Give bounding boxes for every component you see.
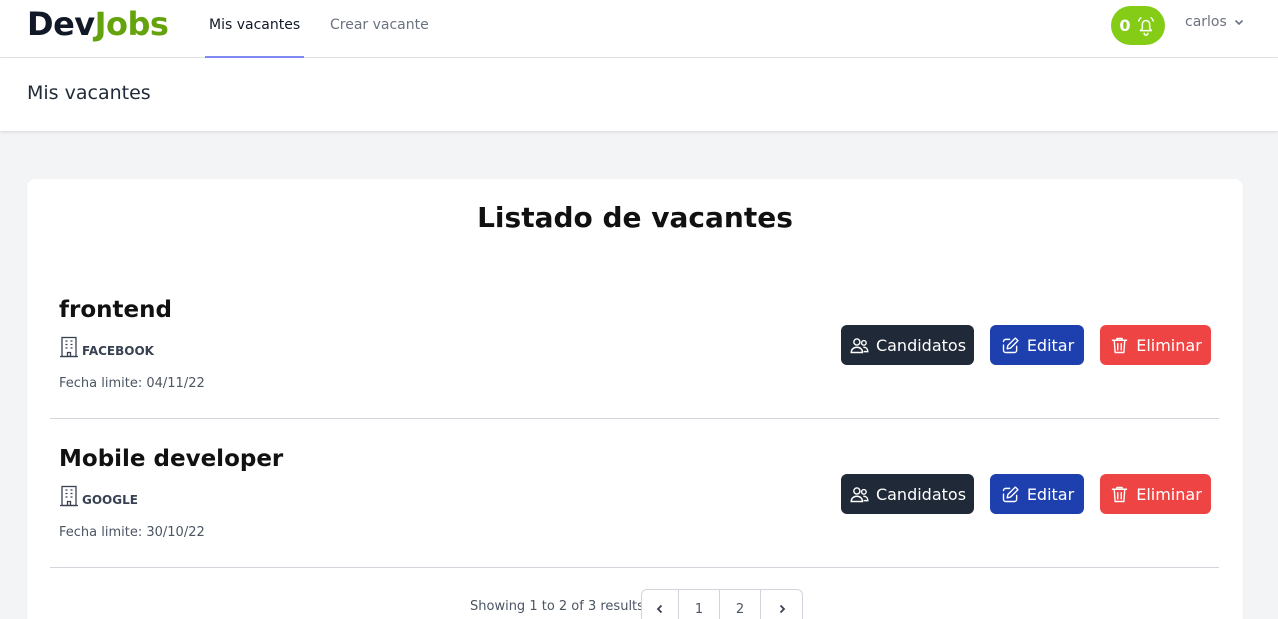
users-icon xyxy=(850,486,869,502)
delete-button[interactable]: Eliminar xyxy=(1100,474,1211,514)
logo-jobs: Jobs xyxy=(94,5,169,43)
chevron-right-icon xyxy=(779,604,785,614)
candidates-button[interactable]: Candidatos xyxy=(841,325,974,365)
chevron-down-icon xyxy=(1234,19,1243,26)
edit-label: Editar xyxy=(1026,335,1075,355)
edit-label: Editar xyxy=(1026,484,1075,504)
edit-button[interactable]: Editar xyxy=(990,474,1084,514)
delete-button[interactable]: Eliminar xyxy=(1100,325,1211,365)
delete-label: Eliminar xyxy=(1136,484,1202,504)
vacancy-company-name: GOOGLE xyxy=(82,493,138,507)
pagination-page-1[interactable]: 1 xyxy=(679,590,720,619)
logo[interactable]: DevJobs xyxy=(27,4,169,44)
building-icon xyxy=(60,485,78,507)
page-title: Mis vacantes xyxy=(27,82,151,104)
vacancy-company: GOOGLE xyxy=(59,485,138,507)
vacancies-card: Listado de vacantes frontend FACEBOOK Fe… xyxy=(27,179,1243,619)
vacancy-title[interactable]: frontend xyxy=(59,297,172,323)
pencil-square-icon xyxy=(1002,485,1019,502)
pagination: 1 2 xyxy=(641,589,803,619)
nav-link-crear-vacante[interactable]: Crear vacante xyxy=(326,0,433,58)
pencil-square-icon xyxy=(1002,336,1019,353)
vacancy-company: FACEBOOK xyxy=(59,336,154,358)
trash-icon xyxy=(1112,486,1128,502)
vacancy-item: Mobile developer GOOGLE Fecha limite: 30… xyxy=(50,419,1219,568)
candidates-button[interactable]: Candidatos xyxy=(841,474,974,514)
candidates-label: Candidatos xyxy=(875,335,967,355)
notification-count: 0 xyxy=(1119,16,1131,35)
pagination-page-2[interactable]: 2 xyxy=(720,590,761,619)
vacancy-title[interactable]: Mobile developer xyxy=(59,446,283,472)
vacancy-item: frontend FACEBOOK Fecha limite: 04/11/22… xyxy=(50,270,1219,419)
logo-dev: Dev xyxy=(27,5,95,43)
nav-link-mis-vacantes[interactable]: Mis vacantes xyxy=(205,0,305,58)
navbar: DevJobs Mis vacantes Crear vacante 0 car… xyxy=(0,0,1278,58)
candidates-label: Candidatos xyxy=(875,484,967,504)
delete-label: Eliminar xyxy=(1136,335,1202,355)
vacancy-deadline: Fecha limite: 30/10/22 xyxy=(59,525,205,540)
page-header: Mis vacantes xyxy=(0,58,1278,131)
edit-button[interactable]: Editar xyxy=(990,325,1084,365)
building-icon xyxy=(60,336,78,358)
bell-icon xyxy=(1137,16,1154,36)
notifications-button[interactable]: 0 xyxy=(1111,6,1165,45)
pagination-next[interactable] xyxy=(761,590,802,619)
pagination-info: Showing 1 to 2 of 3 results xyxy=(470,599,644,614)
chevron-left-icon xyxy=(656,604,663,614)
users-icon xyxy=(850,337,869,353)
vacancy-deadline: Fecha limite: 04/11/22 xyxy=(59,376,205,391)
user-menu[interactable]: carlos xyxy=(1185,14,1245,30)
vacancy-company-name: FACEBOOK xyxy=(82,344,154,358)
pagination-prev[interactable] xyxy=(642,590,679,619)
trash-icon xyxy=(1112,337,1128,353)
card-title: Listado de vacantes xyxy=(477,201,793,234)
user-name: carlos xyxy=(1185,14,1227,30)
